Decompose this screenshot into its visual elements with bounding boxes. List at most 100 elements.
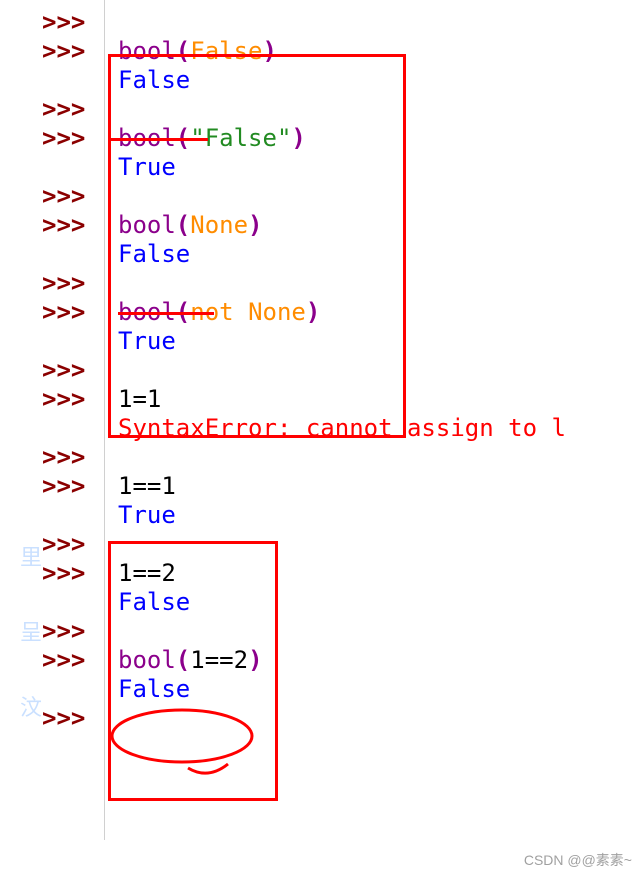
repl-line: >>>1==2 [0, 559, 644, 588]
token-fn: bool [118, 124, 176, 152]
repl-line: >>>bool(None) [0, 211, 644, 240]
watermark: CSDN @@素素~ [524, 850, 632, 870]
token-fn: bool [118, 646, 176, 674]
gutter-line [104, 0, 105, 840]
repl-line: True [0, 501, 644, 530]
prompt: >>> [0, 182, 112, 211]
repl-line: >>> [0, 443, 644, 472]
token-paren: ( [176, 124, 190, 152]
token-paren: ) [306, 298, 320, 326]
code-content: bool(not None) [112, 298, 320, 327]
code-content: True [112, 153, 176, 182]
prompt: >>> [0, 443, 112, 472]
token-blue: False [118, 675, 190, 703]
token-op: == [132, 559, 161, 587]
token-num: 2 [161, 559, 175, 587]
code-content: bool("False") [112, 124, 306, 153]
prompt: >>> [0, 8, 112, 37]
code-content: 1==2 [112, 559, 176, 588]
code-content: SyntaxError: cannot assign to l [112, 414, 566, 443]
code-content: False [112, 240, 190, 269]
token-kw: not [190, 298, 233, 326]
code-content: 1=1 [112, 385, 161, 414]
token-blue: True [118, 327, 176, 355]
token-str: "False" [190, 124, 291, 152]
prompt: >>> [0, 269, 112, 298]
token-num: 1 [147, 385, 161, 413]
code-content: bool(False) [112, 37, 277, 66]
repl-line: >>>1=1 [0, 385, 644, 414]
token-op: == [132, 472, 161, 500]
repl-line: >>>bool("False") [0, 124, 644, 153]
code-content: bool(1==2) [112, 646, 263, 675]
repl-line: False [0, 675, 644, 704]
repl-line: >>> [0, 530, 644, 559]
repl-line: False [0, 66, 644, 95]
repl-line: >>>bool(not None) [0, 298, 644, 327]
token-paren: ) [248, 646, 262, 674]
prompt: >>> [0, 37, 112, 66]
bg-glyph: 呈 [20, 615, 42, 647]
repl-line: >>> [0, 95, 644, 124]
prompt: >>> [0, 211, 112, 240]
prompt: >>> [0, 385, 112, 414]
code-content: False [112, 675, 190, 704]
repl-line: >>> [0, 182, 644, 211]
code-content: 1==1 [112, 472, 176, 501]
prompt: >>> [0, 472, 112, 501]
token-fn: bool [118, 211, 176, 239]
prompt: >>> [0, 617, 112, 646]
prompt: >>> [0, 646, 112, 675]
token-op: == [205, 646, 234, 674]
repl-line: >>> [0, 8, 644, 37]
prompt: >>> [0, 124, 112, 153]
code-content: False [112, 588, 190, 617]
token-num: 1 [190, 646, 204, 674]
prompt: >>> [0, 356, 112, 385]
token-fn: bool [118, 298, 176, 326]
token-num: 1 [118, 472, 132, 500]
repl-line: False [0, 588, 644, 617]
repl-line: False [0, 240, 644, 269]
prompt: >>> [0, 95, 112, 124]
repl-line: True [0, 153, 644, 182]
token-paren: ( [176, 37, 190, 65]
token-fn: bool [118, 37, 176, 65]
code-lines: >>>>>>bool(False)False>>>>>>bool("False"… [0, 8, 644, 733]
bg-glyph: 里 [20, 540, 42, 572]
token-num: 1 [118, 559, 132, 587]
code-content: False [112, 66, 190, 95]
prompt: >>> [0, 559, 112, 588]
token-kw: False [190, 37, 262, 65]
repl-line: True [0, 327, 644, 356]
repl-line: SyntaxError: cannot assign to l [0, 414, 644, 443]
repl-line: >>>1==1 [0, 472, 644, 501]
prompt: >>> [0, 298, 112, 327]
token-blue: True [118, 153, 176, 181]
repl-line: >>>bool(False) [0, 37, 644, 66]
repl-line: >>> [0, 617, 644, 646]
repl-line: >>>bool(1==2) [0, 646, 644, 675]
bg-glyph: 汶 [20, 690, 42, 722]
prompt: >>> [0, 530, 112, 559]
repl-line: >>> [0, 269, 644, 298]
token-kw: None [248, 298, 306, 326]
token-blue: True [118, 501, 176, 529]
token-num: 2 [234, 646, 248, 674]
token-num: 1 [118, 385, 132, 413]
token-paren: ( [176, 646, 190, 674]
token-paren: ( [176, 211, 190, 239]
prompt: >>> [0, 704, 112, 733]
token-blue: False [118, 66, 190, 94]
repl-line: >>> [0, 704, 644, 733]
token-op: = [132, 385, 146, 413]
token-op [234, 298, 248, 326]
token-paren: ) [263, 37, 277, 65]
token-paren: ( [176, 298, 190, 326]
token-blue: False [118, 240, 190, 268]
token-blue: False [118, 588, 190, 616]
token-paren: ) [291, 124, 305, 152]
token-paren: ) [248, 211, 262, 239]
code-content: True [112, 501, 176, 530]
code-content: True [112, 327, 176, 356]
